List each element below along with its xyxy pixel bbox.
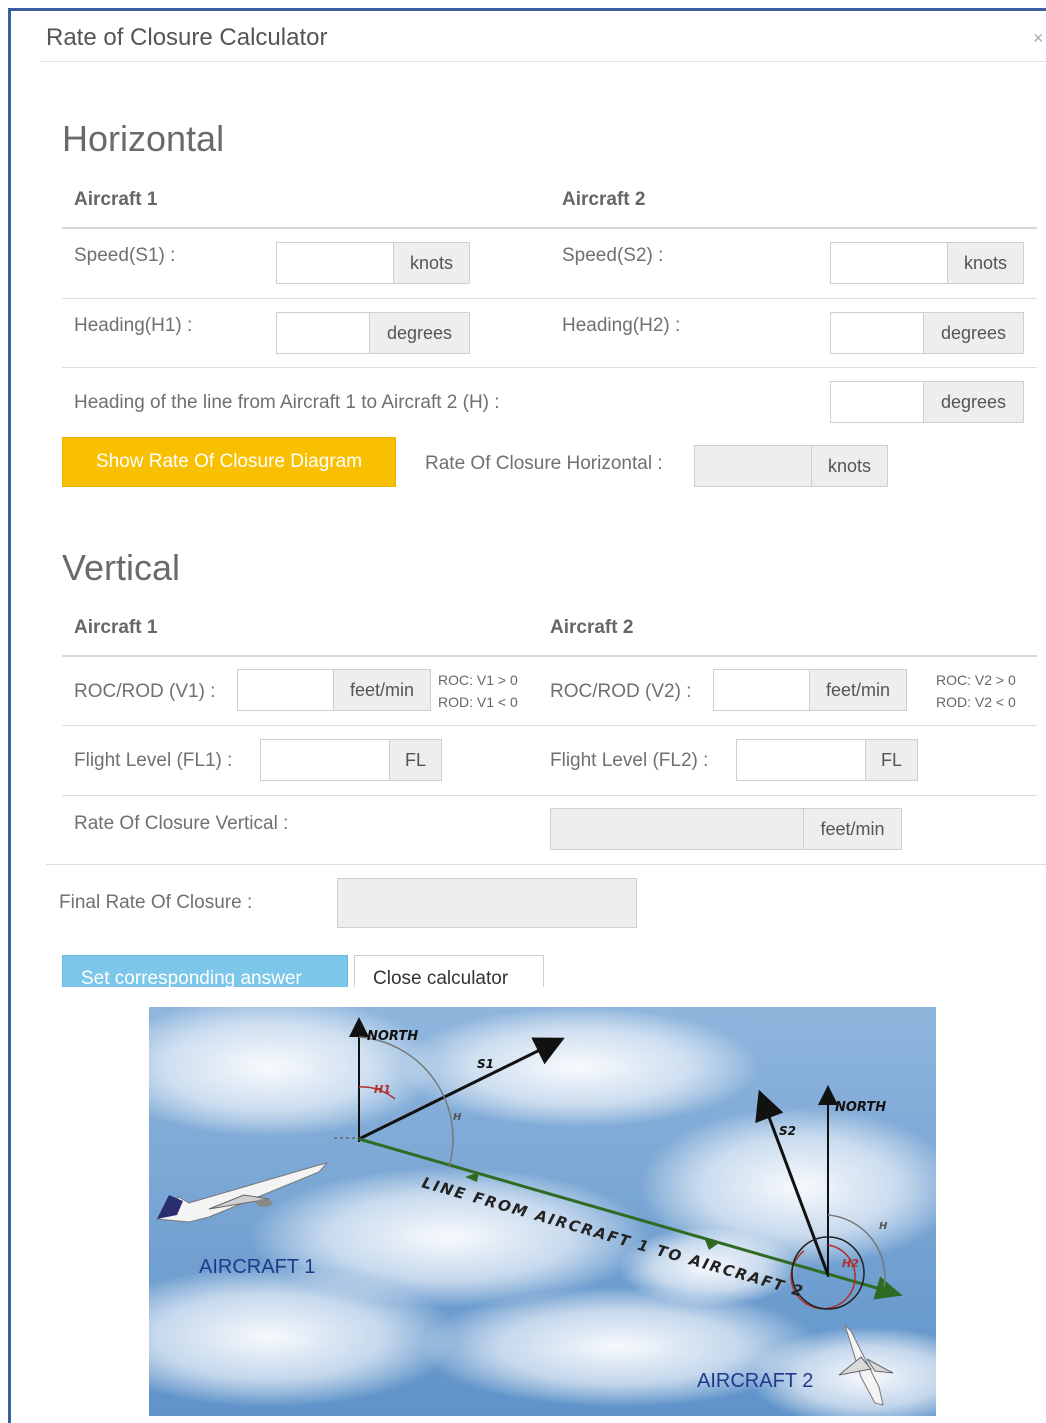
fl2-input-group: FL — [736, 739, 918, 781]
heading2-label: Heading(H2) : — [562, 315, 681, 336]
divider — [62, 298, 1037, 299]
h-label-1: H — [453, 1112, 462, 1123]
s1-label: S1 — [477, 1057, 494, 1071]
h-label-2: H — [879, 1221, 888, 1232]
fl2-label: Flight Level (FL2) : — [550, 750, 709, 771]
speed1-label: Speed(S1) : — [74, 245, 176, 266]
rocrod2-unit: feet/min — [810, 669, 907, 711]
vertical-heading: Vertical — [62, 547, 181, 588]
horizontal-aircraft1-header: Aircraft 1 — [74, 189, 158, 210]
rocrod1-label: ROC/ROD (V1) : — [74, 681, 216, 702]
heading2-input-group: degrees — [830, 312, 1024, 354]
show-diagram-button[interactable]: Show Rate Of Closure Diagram — [62, 437, 396, 487]
hint-roc: ROC: V2 > 0 — [936, 672, 1016, 688]
rocrod2-input[interactable] — [713, 669, 810, 711]
divider — [62, 655, 1037, 657]
screenshot-cut — [40, 987, 1046, 1007]
heading2-unit: degrees — [924, 312, 1024, 354]
horizontal-result-unit: knots — [812, 445, 888, 487]
line-heading-unit: degrees — [924, 381, 1024, 423]
fl1-input-group: FL — [260, 739, 442, 781]
rocrod1-unit: feet/min — [334, 669, 431, 711]
close-calculator-button[interactable]: Close calculator — [354, 955, 544, 989]
speed1-input-group: knots — [276, 242, 470, 284]
horizontal-result-group: knots — [694, 445, 888, 487]
horizontal-heading: Horizontal — [62, 118, 225, 159]
heading1-unit: degrees — [370, 312, 470, 354]
rocrod1-input-group: feet/min — [237, 669, 431, 711]
fl1-input[interactable] — [260, 739, 390, 781]
title-divider — [40, 61, 1046, 62]
north-label-1: NORTH — [367, 1029, 418, 1044]
rate-of-closure-diagram: NORTH NORTH S1 S2 H1 H2 H H LINE FROM AI… — [149, 1007, 936, 1416]
fl1-unit: FL — [390, 739, 442, 781]
s2-label: S2 — [779, 1124, 796, 1138]
speed2-input[interactable] — [830, 242, 948, 284]
rocrod1-input[interactable] — [237, 669, 334, 711]
speed2-label: Speed(S2) : — [562, 245, 664, 266]
heading1-input[interactable] — [276, 312, 370, 354]
rocrod2-hint: ROC: V2 > 0 ROD: V2 < 0 — [936, 669, 1016, 713]
speed1-input[interactable] — [276, 242, 394, 284]
rocrod1-hint: ROC: V1 > 0 ROD: V1 < 0 — [438, 669, 518, 713]
vertical-aircraft1-header: Aircraft 1 — [74, 617, 158, 638]
horizontal-result-field — [694, 445, 812, 487]
h2-label: H2 — [842, 1257, 859, 1270]
hint-rod: ROD: V1 < 0 — [438, 694, 518, 710]
vertical-result-group: feet/min — [550, 808, 902, 850]
vertical-result-label: Rate Of Closure Vertical : — [74, 813, 289, 834]
speed1-unit: knots — [394, 242, 470, 284]
speed2-unit: knots — [948, 242, 1024, 284]
close-icon[interactable]: × — [1033, 28, 1044, 49]
aircraft1-label: AIRCRAFT 1 — [199, 1256, 315, 1278]
divider — [62, 795, 1037, 796]
fl1-label: Flight Level (FL1) : — [74, 750, 233, 771]
north-label-2: NORTH — [835, 1100, 886, 1115]
divider — [62, 227, 1037, 229]
speed2-input-group: knots — [830, 242, 1024, 284]
heading2-input[interactable] — [830, 312, 924, 354]
set-answer-button[interactable]: Set corresponding answer — [62, 955, 348, 989]
final-rate-field — [337, 878, 637, 928]
modal-title: Rate of Closure Calculator — [46, 24, 328, 51]
vertical-result-field — [550, 808, 804, 850]
vertical-aircraft2-header: Aircraft 2 — [550, 617, 634, 638]
line-heading-label: Heading of the line from Aircraft 1 to A… — [74, 392, 500, 413]
hint-roc: ROC: V1 > 0 — [438, 672, 518, 688]
horizontal-aircraft2-header: Aircraft 2 — [562, 189, 646, 210]
rocrod2-label: ROC/ROD (V2) : — [550, 681, 692, 702]
divider — [62, 725, 1037, 726]
hint-rod: ROD: V2 < 0 — [936, 694, 1016, 710]
diagram-svg: NORTH NORTH S1 S2 H1 H2 H H LINE FROM AI… — [149, 1007, 936, 1416]
heading1-input-group: degrees — [276, 312, 470, 354]
heading1-label: Heading(H1) : — [74, 315, 193, 336]
final-rate-label: Final Rate Of Closure : — [59, 892, 253, 913]
line-heading-input-group: degrees — [830, 381, 1024, 423]
divider — [62, 367, 1037, 368]
line-heading-input[interactable] — [830, 381, 924, 423]
vertical-result-unit: feet/min — [804, 808, 902, 850]
horizontal-result-label: Rate Of Closure Horizontal : — [425, 453, 663, 474]
rocrod2-input-group: feet/min — [713, 669, 907, 711]
aircraft2-label: AIRCRAFT 2 — [697, 1370, 813, 1392]
fl2-input[interactable] — [736, 739, 866, 781]
fl2-unit: FL — [866, 739, 918, 781]
divider — [46, 864, 1046, 865]
h1-label: H1 — [374, 1083, 391, 1096]
